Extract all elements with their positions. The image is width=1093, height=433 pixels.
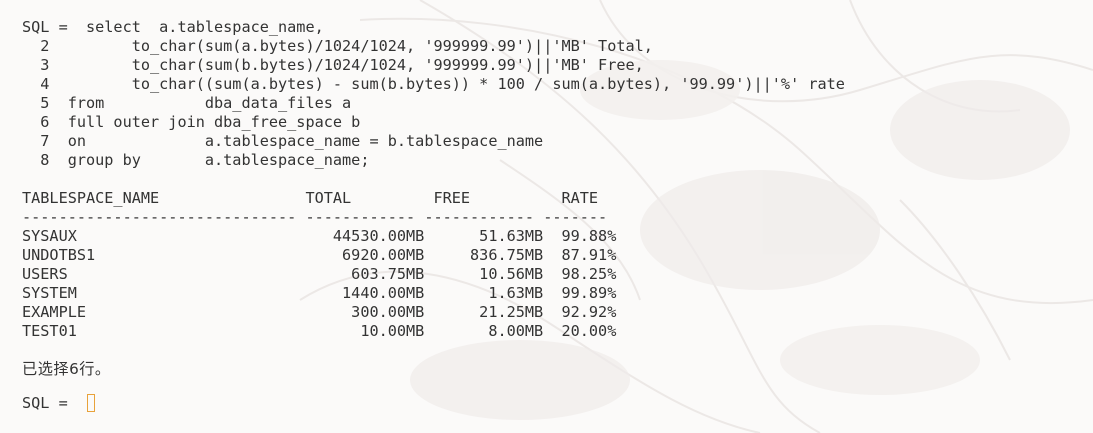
query-line: 5 from dba_data_files a <box>22 94 352 112</box>
result-separator: ------------------------------ ---------… <box>22 208 608 226</box>
table-row: UNDOTBS1 6920.00MB 836.75MB 87.91% <box>22 246 617 264</box>
rows-selected-message: 已选择6行。 <box>22 360 111 378</box>
query-line: 4 to_char((sum(a.bytes) - sum(b.bytes)) … <box>22 75 845 93</box>
terminal-output[interactable]: SQL = select a.tablespace_name, 2 to_cha… <box>22 18 1093 414</box>
prompt-label: SQL = <box>22 394 77 412</box>
table-row: SYSTEM 1440.00MB 1.63MB 99.89% <box>22 284 617 302</box>
text-cursor[interactable] <box>86 394 95 412</box>
table-row: EXAMPLE 300.00MB 21.25MB 92.92% <box>22 303 617 321</box>
query-line: 8 group by a.tablespace_name; <box>22 151 370 169</box>
query-line: 7 on a.tablespace_name = b.tablespace_na… <box>22 132 544 150</box>
query-line: 2 to_char(sum(a.bytes)/1024/1024, '99999… <box>22 37 653 55</box>
result-header: TABLESPACE_NAME TOTAL FREE RATE <box>22 189 599 207</box>
sql-query-block: SQL = select a.tablespace_name, 2 to_cha… <box>22 18 1093 170</box>
table-row: SYSAUX 44530.00MB 51.63MB 99.88% <box>22 227 617 245</box>
result-table: TABLESPACE_NAME TOTAL FREE RATE --------… <box>22 189 1093 341</box>
table-row: USERS 603.75MB 10.56MB 98.25% <box>22 265 617 283</box>
query-line: SQL = select a.tablespace_name, <box>22 18 324 36</box>
command-prompt[interactable]: SQL = <box>22 392 1093 414</box>
table-row: TEST01 10.00MB 8.00MB 20.00% <box>22 322 617 340</box>
query-line: 6 full outer join dba_free_space b <box>22 113 361 131</box>
query-line: 3 to_char(sum(b.bytes)/1024/1024, '99999… <box>22 56 644 74</box>
